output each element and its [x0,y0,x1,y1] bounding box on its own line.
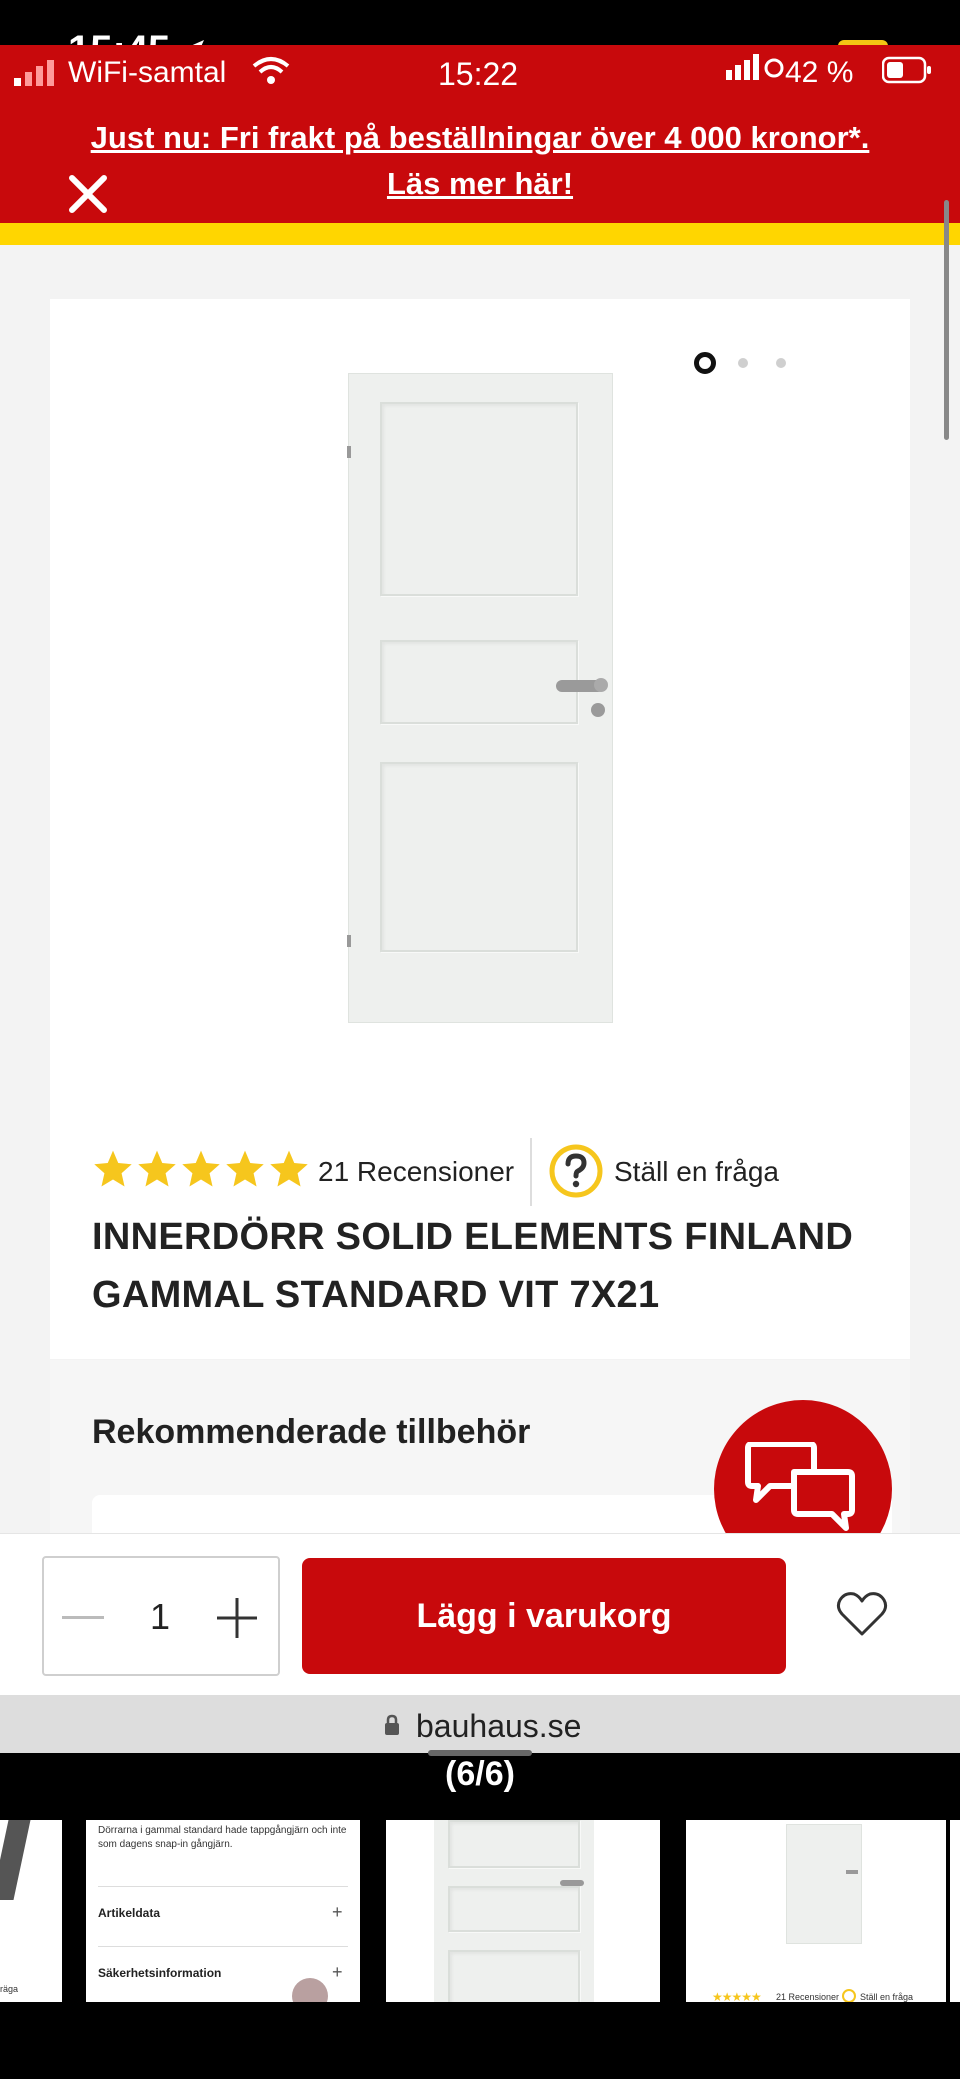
url-text[interactable]: bauhaus.se [416,1708,581,1745]
door-panel-bottom [380,762,578,952]
thumbnail-2-chat-icon [292,1978,328,2002]
promo-line-2[interactable]: Läs mer här! [60,161,900,207]
thumbnail-1[interactable]: räga [0,1820,62,2002]
thumbnail-4-question-icon [842,1989,856,2002]
cell-signal-icon [14,60,54,86]
expand-icon: + [332,1902,343,1922]
thumbnail-4-reviews: 21 Recensioner [776,1992,840,2002]
quantity-value[interactable]: 1 [140,1596,180,1638]
door-keyhole [591,703,605,717]
star-icon [138,1150,176,1187]
promo-line-1[interactable]: Just nu: Fri frakt på beställningar över… [60,115,900,161]
thumbnail-3-panel [448,1886,580,1932]
thumbnail-2-divider [98,1886,348,1887]
alarm-icon [764,58,784,78]
door-panel-top [380,402,578,596]
wifi-icon [252,57,290,84]
quantity-decrease-button[interactable] [62,1616,104,1619]
inner-status-time: 15:22 [438,56,519,92]
carousel-dot-active[interactable] [694,352,716,374]
thumbnail-2-row1: Artikeldata [98,1906,161,1920]
thumbnail-3-panel [448,1820,580,1868]
cellular-bars-icon [726,54,759,80]
thumbnail-1-image [0,1820,31,1900]
star-icon [182,1150,220,1187]
thumbnail-4-handle [846,1870,858,1874]
battery-percent: 42 % [785,56,854,89]
quantity-increase-button[interactable] [215,1596,259,1640]
carousel-dot[interactable] [776,358,786,368]
thumbnail-2-divider [98,1946,348,1947]
door-handle-rose [594,678,608,692]
thumbnail-2[interactable]: Dörrarna i gammal standard hade tappgång… [86,1820,360,2002]
thumbnail-3[interactable] [386,1820,660,2002]
thumbnail-2-body: Dörrarna i gammal standard hade tappgång… [98,1825,347,1850]
add-to-cart-button[interactable]: Lägg i varukorg [302,1558,786,1674]
product-title: INNERDÖRR SOLID ELEMENTS FINLAND GAMMAL … [92,1216,854,1316]
star-icon [270,1150,308,1187]
page-scrollbar[interactable] [944,200,949,440]
thumbnail-4[interactable]: ★★★★★ 21 Recensioner Ställ en fråga [686,1820,946,2002]
promo-link[interactable]: Just nu: Fri frakt på beställningar över… [60,115,900,207]
lock-icon [385,1714,399,1735]
thumbnail-3-handle [560,1880,584,1886]
thumbnail-3-panel [448,1950,580,2002]
thumbnail-4-stars: ★★★★★ [712,1990,762,2002]
star-icon [226,1150,264,1187]
battery-icon [882,56,931,84]
expand-icon: + [332,1962,343,1982]
ask-question-link[interactable]: Ställ en fråga [614,1156,779,1188]
thumbnail-1-text: räga [0,1984,19,1994]
carousel-dot[interactable] [738,358,748,368]
recommended-title: Rekommenderade tillbehör [92,1413,531,1451]
promo-stripe [0,223,960,245]
rating-divider [530,1138,532,1206]
rating-stars[interactable] [92,1148,310,1192]
chat-bubbles-icon [745,1442,855,1531]
thumbnail-4-door [786,1824,862,1944]
thumbnail-5-edge[interactable] [950,1820,960,2002]
door-hinge [347,935,351,947]
reviews-link[interactable]: 21 Recensioner [318,1156,514,1188]
star-icon [94,1150,132,1187]
door-panel-middle [380,640,578,724]
wifi-calling-label: WiFi-samtal [68,56,227,89]
question-icon[interactable] [548,1143,604,1199]
thumbnail-2-row2: Säkerhetsinformation [98,1966,222,1980]
thumbnail-4-ask: Ställ en fråga [860,1992,914,2002]
heart-icon[interactable] [836,1590,888,1638]
image-counter: (6/6) [445,1755,515,1793]
close-icon[interactable] [66,172,110,216]
door-hinge [347,446,351,458]
